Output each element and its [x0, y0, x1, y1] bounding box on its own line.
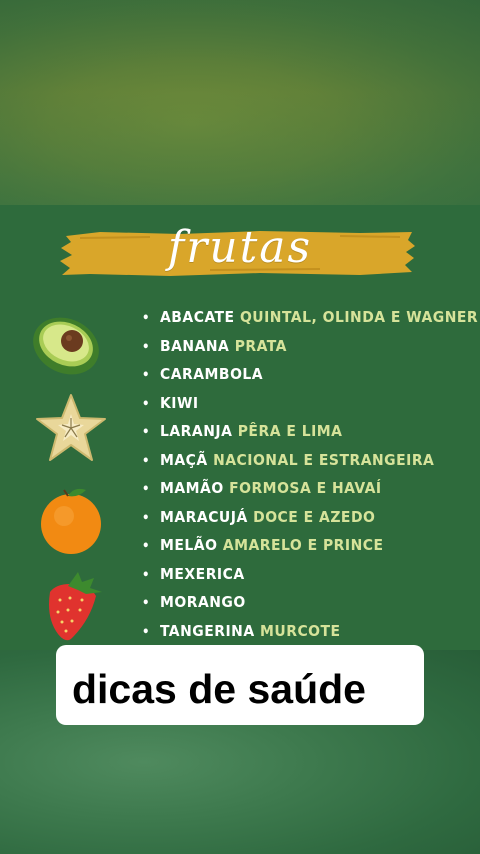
- item-variety: AMARELO E PRINCE: [222, 536, 384, 554]
- list-item: • ABACATE QUINTAL, OLINDA E WAGNER: [142, 308, 479, 326]
- item-name: LARANJA: [160, 422, 233, 440]
- star-fruit-icon: [36, 394, 106, 461]
- item-variety: QUINTAL, OLINDA E WAGNER: [239, 308, 479, 326]
- item-name: TANGERINA: [160, 621, 255, 640]
- list-item: • MARACUJÁ DOCE E AZEDO: [142, 507, 376, 526]
- item-variety: DOCE E AZEDO: [253, 507, 376, 526]
- item-name: MEXERICA: [160, 564, 245, 583]
- list-item: • KIWI: [142, 393, 199, 412]
- item-name: MELÃO: [160, 536, 218, 554]
- list-item: • BANANA PRATA: [142, 336, 287, 355]
- list-item: • TANGERINA MURCOTE: [142, 621, 341, 640]
- avocado-icon: [33, 317, 99, 375]
- title: frutas: [167, 222, 313, 273]
- fruit-list: • ABACATE QUINTAL, OLINDA E WAGNER • BANAN…: [142, 303, 478, 645]
- item-name: MARACUJÁ: [160, 507, 248, 526]
- item-name: MAMÃO: [160, 479, 224, 497]
- item-name: CARAMBOLA: [160, 365, 264, 383]
- list-item: • LARANJA PÊRA E LIMA: [142, 422, 343, 440]
- orange-icon: [41, 488, 101, 554]
- item-name: ABACATE: [160, 308, 235, 326]
- item-variety: NACIONAL E ESTRANGEIRA: [213, 450, 435, 469]
- item-variety: PRATA: [234, 336, 287, 355]
- list-item: • MAÇÃ NACIONAL E ESTRANGEIRA: [142, 450, 435, 469]
- item-variety: MURCOTE: [260, 621, 341, 640]
- list-item: • CARAMBOLA: [142, 365, 264, 383]
- strawberry-icon: [49, 572, 102, 641]
- list-item: • MEXERICA: [142, 564, 245, 583]
- list-item: • MAMÃO FORMOSA E HAVAÍ: [142, 479, 382, 497]
- item-name: MAÇÃ: [160, 450, 208, 469]
- caption-text: dicas de saúde: [72, 666, 366, 712]
- blurred-background-top: [0, 0, 480, 205]
- item-name: KIWI: [160, 393, 199, 412]
- item-name: MORANGO: [160, 593, 246, 611]
- list-item: • MORANGO: [142, 593, 246, 611]
- item-name: BANANA: [160, 336, 230, 355]
- item-variety: FORMOSA E HAVAÍ: [229, 479, 382, 497]
- item-variety: PÊRA E LIMA: [237, 422, 343, 440]
- list-item: • MELÃO AMARELO E PRINCE: [142, 536, 384, 554]
